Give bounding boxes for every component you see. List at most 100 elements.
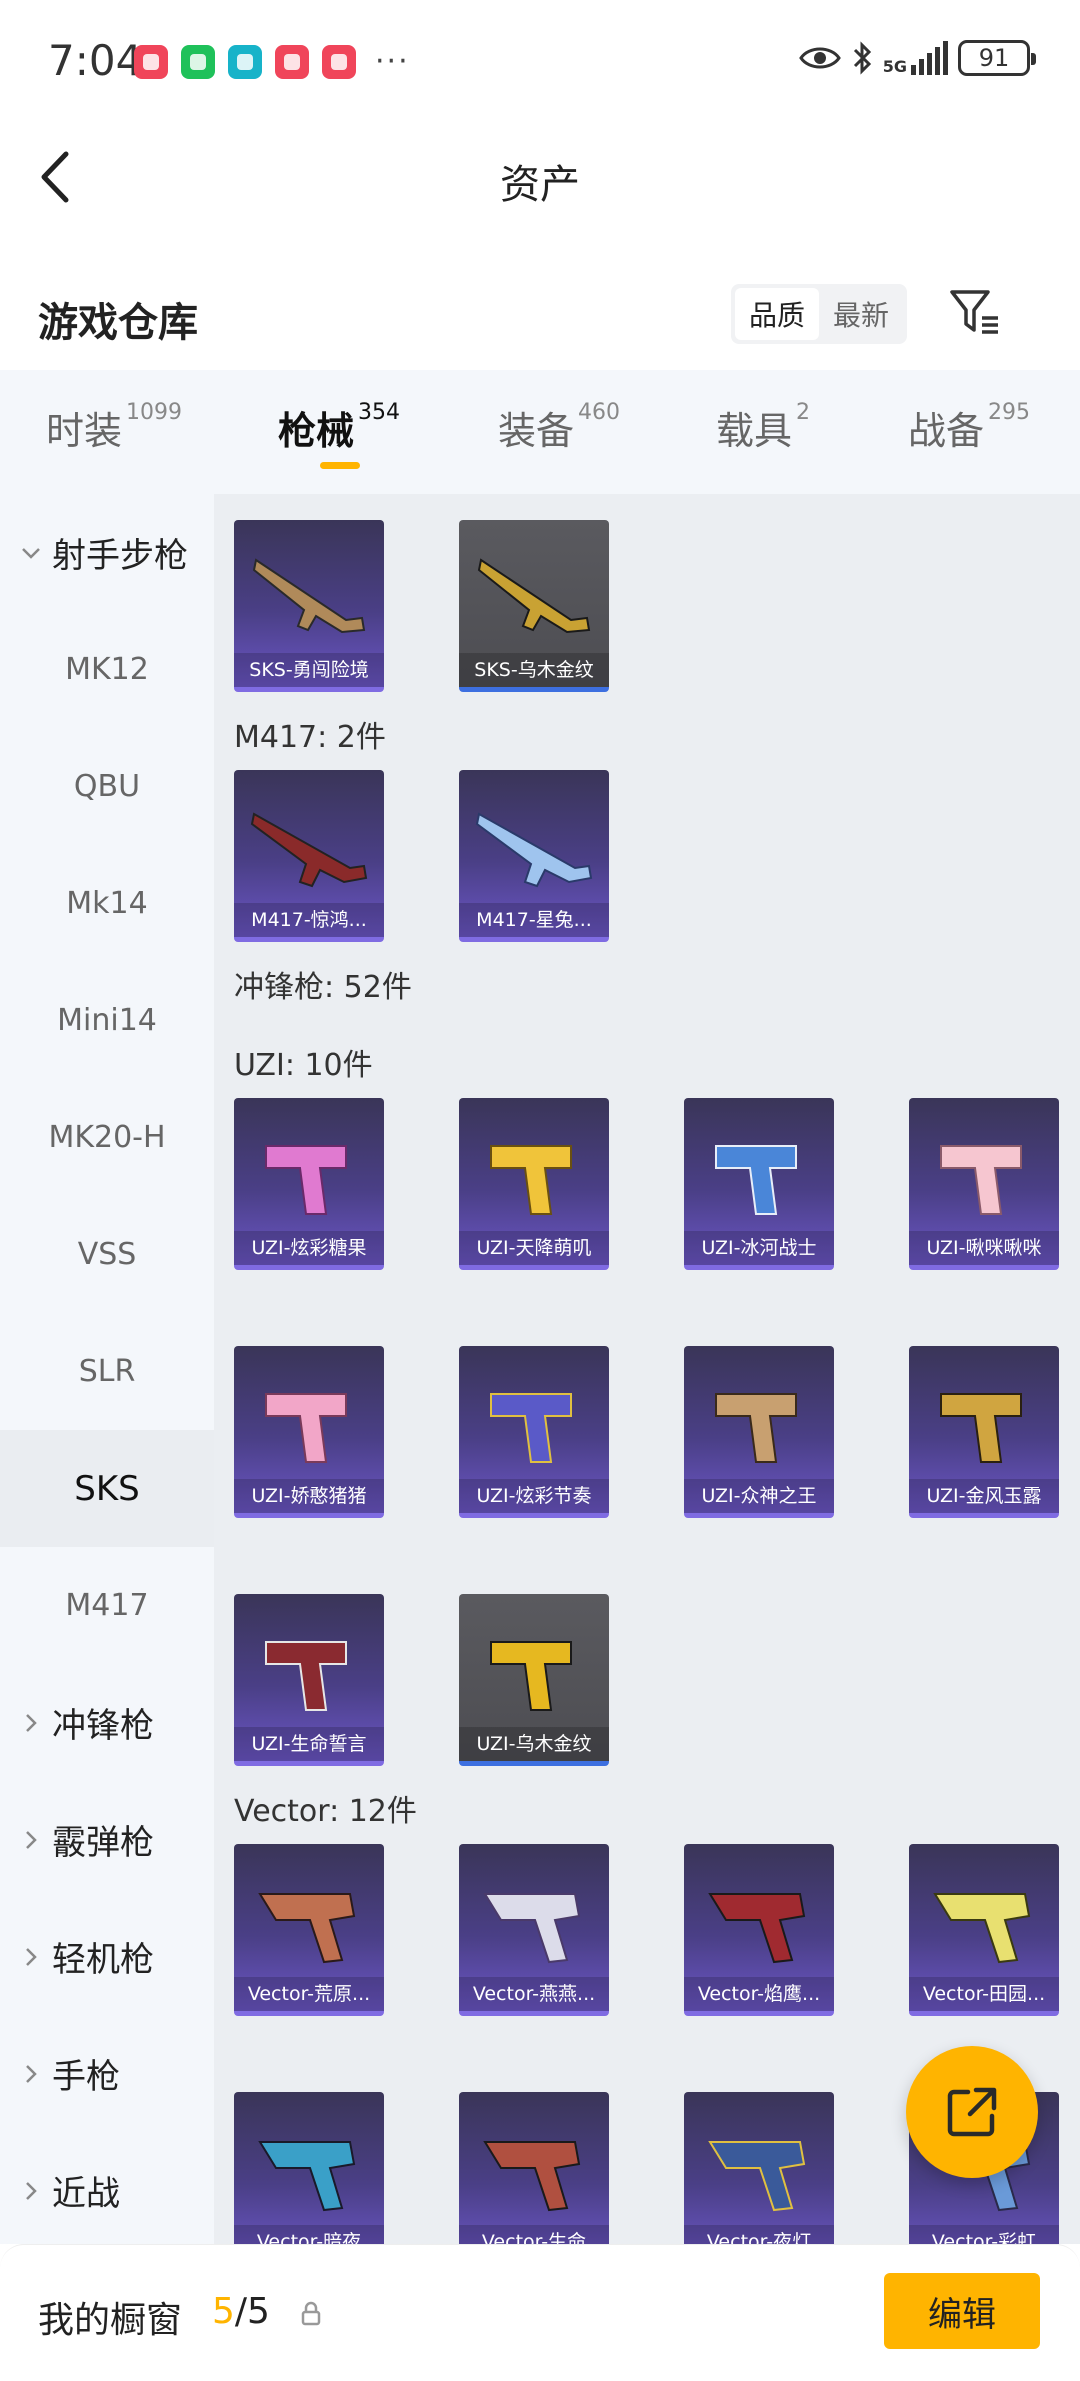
weapon-card[interactable]: M417-星兔... (459, 770, 609, 942)
weapon-card[interactable]: UZI-啾咪啾咪 (909, 1098, 1059, 1270)
weapon-card[interactable]: UZI-乌木金纹 (459, 1594, 609, 1766)
active-tab-indicator (320, 462, 360, 469)
chevron-right-icon (26, 2064, 37, 2083)
weapon-name: M417-星兔... (459, 903, 609, 937)
weapon-card[interactable]: UZI-冰河战士 (684, 1098, 834, 1270)
weapon-name: SKS-乌木金纹 (459, 653, 609, 687)
weapon-card[interactable]: Vector-田园... (909, 1844, 1059, 2016)
tab-outfits[interactable]: 时装 1099 (46, 400, 182, 455)
weapon-name: UZI-生命誓言 (234, 1727, 384, 1761)
smg-icon (933, 1893, 1031, 1964)
lock-icon (301, 2301, 321, 2326)
notification-icons: ··· (134, 44, 410, 79)
weapon-card[interactable]: UZI-天降萌叽 (459, 1098, 609, 1270)
share-external-icon (947, 2087, 997, 2137)
sidebar-item-mk20h[interactable]: MK20-H (0, 1079, 214, 1196)
weapon-name: Vector-生命 (459, 2225, 609, 2244)
weapon-card[interactable]: M417-惊鸿... (234, 770, 384, 942)
sidebar-item-vss[interactable]: VSS (0, 1196, 214, 1313)
weapon-card[interactable]: Vector-生命 (459, 2092, 609, 2244)
filter-icon[interactable] (948, 286, 1000, 338)
smg-icon (265, 1641, 347, 1711)
weapon-card[interactable]: UZI-生命誓言 (234, 1594, 384, 1766)
sidebar-item-lmg[interactable]: 轻机枪 (0, 1898, 214, 2015)
smg-icon (490, 1641, 572, 1711)
weapon-card[interactable]: Vector-燕燕... (459, 1844, 609, 2016)
sort-quality-button[interactable]: 品质 (735, 288, 819, 340)
rifle-icon (475, 812, 593, 888)
weapon-card[interactable]: Vector-夜灯 (684, 2092, 834, 2244)
sidebar-item-marksman-rifles[interactable]: 射手步枪 (0, 494, 214, 611)
weapon-name: UZI-娇憨猪猪 (234, 1479, 384, 1513)
shop-notification-icon (322, 44, 356, 79)
weapon-card[interactable]: Vector-焰鹰... (684, 1844, 834, 2016)
weapon-name: SKS-勇闯险境 (234, 653, 384, 687)
showcase-label: 我的橱窗 (38, 2300, 183, 2341)
weapon-card[interactable]: SKS-乌木金纹 (459, 520, 609, 692)
smg-icon (940, 1393, 1022, 1463)
weapon-card[interactable]: SKS-勇闯险境 (234, 520, 384, 692)
smg-icon (483, 1893, 581, 1964)
tab-vehicles[interactable]: 载具 2 (716, 400, 810, 455)
sidebar-item-qbu[interactable]: QBU (0, 728, 214, 845)
weapon-grid: SKS-勇闯险境 SKS-乌木金纹 M417: 2件 M417-惊鸿... M4… (214, 494, 1080, 2244)
sidebar-item-smg[interactable]: 冲锋枪 (0, 1664, 214, 1781)
weapon-card[interactable]: UZI-炫彩节奏 (459, 1346, 609, 1518)
sort-newest-button[interactable]: 最新 (819, 288, 903, 340)
weapon-name: Vector-焰鹰... (684, 1977, 834, 2011)
category-tabs: 时装 1099 枪械 354 装备 460 载具 2 战备 295 (0, 370, 1080, 494)
weapon-card[interactable]: UZI-众神之王 (684, 1346, 834, 1518)
weapon-name: Vector-荒原... (234, 1977, 384, 2011)
sidebar-item-m417[interactable]: M417 (0, 1547, 214, 1664)
chevron-down-icon (22, 547, 40, 559)
sidebar-item-sks[interactable]: SKS (0, 1430, 214, 1547)
weapon-card[interactable]: UZI-炫彩糖果 (234, 1098, 384, 1270)
weapon-name: UZI-众神之王 (684, 1479, 834, 1513)
weapon-card[interactable]: UZI-娇憨猪猪 (234, 1346, 384, 1518)
smg-icon (490, 1393, 572, 1463)
sidebar-item-melee[interactable]: 近战 (0, 2132, 214, 2249)
rifle-icon (252, 558, 366, 634)
section-label-m417: M417: 2件 (234, 720, 386, 755)
share-button[interactable] (906, 2046, 1038, 2178)
rifle-icon (477, 558, 591, 634)
weapon-name: UZI-冰河战士 (684, 1231, 834, 1265)
tab-supplies[interactable]: 战备 295 (908, 400, 1030, 455)
weapon-card[interactable]: Vector-暗夜 (234, 2092, 384, 2244)
weapon-name: UZI-啾咪啾咪 (909, 1231, 1059, 1265)
edit-button[interactable]: 编辑 (884, 2273, 1040, 2349)
weapon-name: UZI-炫彩糖果 (234, 1231, 384, 1265)
sidebar-item-mini14[interactable]: Mini14 (0, 962, 214, 1079)
sort-toggle: 品质 最新 (731, 284, 907, 344)
sidebar-item-pistol[interactable]: 手枪 (0, 2015, 214, 2132)
sidebar-item-mk12[interactable]: MK12 (0, 611, 214, 728)
section-label-uzi: UZI: 10件 (234, 1048, 373, 1083)
more-notifications-icon: ··· (375, 44, 410, 79)
sidebar-item-shotgun[interactable]: 霰弹枪 (0, 1781, 214, 1898)
sidebar-item-slr[interactable]: SLR (0, 1313, 214, 1430)
smg-icon (258, 1893, 356, 1964)
tab-equipment[interactable]: 装备 460 (498, 400, 620, 455)
smg-icon (708, 2141, 806, 2212)
shop-notification-icon (134, 44, 168, 79)
sidebar-item-mk14[interactable]: Mk14 (0, 845, 214, 962)
app-header: 资产 (0, 120, 1080, 230)
weapon-card[interactable]: UZI-金风玉露 (909, 1346, 1059, 1518)
smg-icon (258, 2141, 356, 2212)
smg-icon (483, 2141, 581, 2212)
weapon-name: Vector-夜灯 (684, 2225, 834, 2244)
tab-firearms[interactable]: 枪械 354 (278, 400, 400, 455)
chevron-right-icon (26, 1947, 37, 1966)
weapon-name: Vector-暗夜 (234, 2225, 384, 2244)
weapon-name: M417-惊鸿... (234, 903, 384, 937)
weapon-name: Vector-田园... (909, 1977, 1059, 2011)
shield-notification-icon (228, 44, 262, 79)
smg-icon (715, 1393, 797, 1463)
weapon-name: UZI-金风玉露 (909, 1479, 1059, 1513)
showcase-bar: 我的橱窗 5/5 编辑 (0, 2244, 1080, 2381)
section-label-vector: Vector: 12件 (234, 1794, 417, 1829)
weapon-card[interactable]: Vector-荒原... (234, 1844, 384, 2016)
weapon-category-sidebar: 射手步枪 MK12 QBU Mk14 Mini14 MK20-H VSS SLR… (0, 494, 214, 2244)
smg-icon (940, 1145, 1022, 1215)
bluetooth-icon (853, 41, 871, 75)
